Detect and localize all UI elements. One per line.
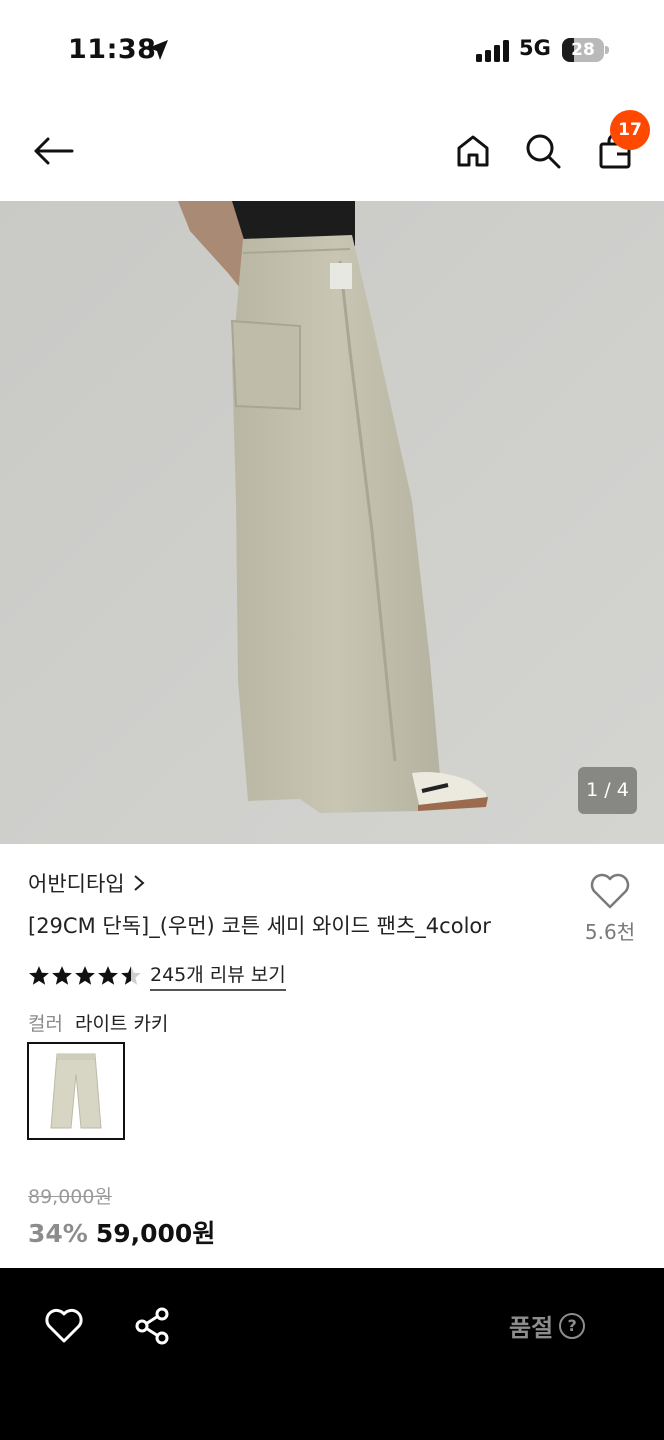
battery-level: 28 [571,40,595,60]
soldout-label: 품절 [509,1314,554,1342]
like-count: 5.6천 [584,920,636,944]
soldout-status: 품절 ? [509,1308,586,1343]
heart-icon [590,873,630,909]
color-value: 라이트 카키 [74,1013,169,1035]
pants-thumbnail [50,1053,102,1129]
wishlist-toggle[interactable]: 5.6천 [578,872,642,962]
battery-icon: 28 [562,38,610,62]
brand-name: 어반디타입 [28,872,125,896]
status-time: 11:38 [68,34,157,65]
star-icon [29,965,49,985]
rating-stars [28,965,142,987]
product-title: [29CM 단독]_(우먼) 코튼 세미 와이드 팬츠_4color [28,914,491,938]
location-arrow-icon [148,40,168,60]
price-row: 34% 59,000원 [28,1214,215,1250]
review-link[interactable]: 245개 리뷰 보기 [150,960,286,991]
back-button[interactable] [30,128,76,174]
star-icon [52,965,72,985]
home-icon [457,135,489,167]
brand-link[interactable]: 어반디타입 [28,868,145,898]
chevron-right-icon [133,875,145,891]
heart-icon[interactable] [44,1306,84,1346]
help-icon[interactable]: ? [559,1312,586,1339]
share-icon[interactable] [132,1306,172,1346]
star-icon [121,965,141,985]
top-nav: 17 [0,100,664,201]
rating-row: 245개 리뷰 보기 [28,960,286,991]
search-icon [526,134,561,169]
discount-rate: 34% [28,1219,88,1248]
color-row: 컬러 라이트 카키 [28,1009,168,1036]
bottom-action-bar: 품절 ? [0,1268,664,1440]
product-photo [0,201,664,844]
image-counter: 1 / 4 [578,767,637,814]
product-image-carousel[interactable]: 1 / 4 [0,201,664,844]
sale-price: 59,000원 [95,1219,216,1248]
star-icon [75,965,95,985]
status-bar: 11:38 5G 28 [0,0,664,100]
signal-icon [476,40,509,62]
cart-count-badge: 17 [610,110,650,150]
star-icon [98,965,118,985]
network-type: 5G [519,36,551,60]
search-button[interactable] [520,128,566,174]
arrow-left-icon [34,137,74,165]
color-label: 컬러 [28,1013,63,1035]
color-swatch-selected[interactable] [27,1042,125,1140]
home-button[interactable] [450,128,496,174]
original-price: 89,000원 [28,1186,112,1208]
